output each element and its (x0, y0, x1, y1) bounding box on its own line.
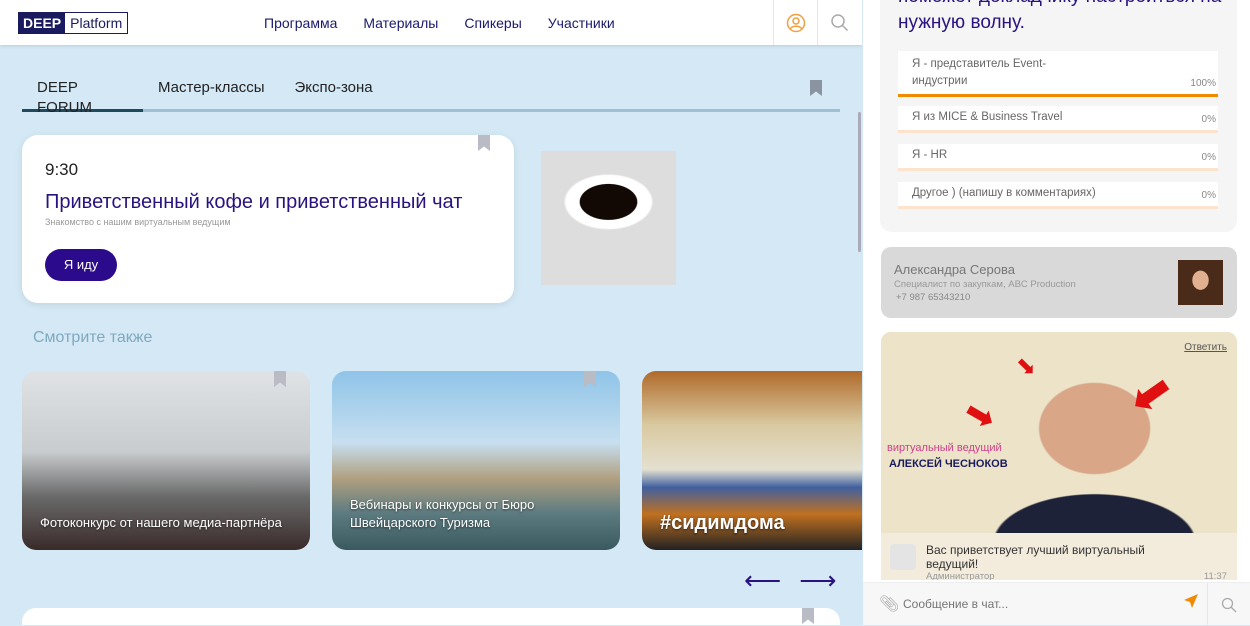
avatar (1178, 260, 1223, 305)
chat-search-icon[interactable] (1207, 583, 1250, 626)
reply-link[interactable]: Ответить (1184, 342, 1227, 353)
scrollbar[interactable] (858, 112, 861, 252)
event-card (22, 608, 840, 625)
card-swiss-tourism[interactable]: Вебинары и конкурсы от Бюро Швейцарского… (332, 371, 620, 550)
event-subtitle: Знакомство с нашим виртуальным ведущим (45, 217, 231, 227)
tab-master-classes[interactable]: Мастер-классы (143, 78, 280, 112)
attend-button[interactable]: Я иду (45, 249, 117, 281)
contact-card[interactable]: Александра Серова Специалист по закупкам… (881, 247, 1237, 318)
poll-option[interactable]: Другое ) (напишу в комментариях) 0% (898, 182, 1218, 209)
poll: поможет докладчику настроиться на нужную… (880, 0, 1237, 232)
nav-participants[interactable]: Участники (548, 15, 615, 31)
bookmark-icon[interactable] (802, 608, 814, 624)
tab-expo[interactable]: Экспо-зона (280, 78, 388, 112)
event-card: 9:30 Приветственный кофе и приветственны… (22, 135, 514, 303)
arrow-left-icon[interactable]: ⟵ (744, 565, 781, 596)
arrow-icon: ➡ (957, 389, 1004, 440)
bookmark-icon[interactable] (584, 371, 596, 387)
chat-composer: 📎︎ (863, 582, 1250, 626)
chat-input[interactable] (903, 591, 1163, 617)
card-photo-contest[interactable]: Фотоконкурс от нашего медиа-партнёра (22, 371, 310, 550)
card-stay-home[interactable]: #сидимдома (642, 371, 862, 550)
bookmark-icon[interactable] (274, 371, 286, 387)
search-icon[interactable] (817, 0, 861, 45)
chat-panel: поможет докладчику настроиться на нужную… (863, 0, 1250, 626)
main-nav: Программа Материалы Спикеры Участники (264, 15, 615, 31)
nav-speakers[interactable]: Спикеры (464, 15, 521, 31)
poll-title: поможет докладчику настроиться на нужную… (898, 0, 1221, 33)
arrow-right-icon[interactable]: ⟶ (799, 565, 836, 596)
chat-message: виртуальный ведущий АЛЕКСЕЙ ЧЕСНОКОВ ➡ ➡… (881, 332, 1237, 580)
main-panel: DEEP Platform Программа Материалы Спикеры… (0, 0, 862, 625)
poll-option[interactable]: Я - представитель Event-индустрии 100% (898, 51, 1218, 97)
event-time: 9:30 (45, 160, 79, 179)
nav-program[interactable]: Программа (264, 15, 337, 31)
event-title[interactable]: Приветственный кофе и приветственный чат (45, 191, 462, 214)
bookmark-icon[interactable] (478, 135, 490, 151)
see-also-title: Смотрите также (33, 329, 153, 346)
top-bar: DEEP Platform Программа Материалы Спикеры… (0, 0, 862, 45)
send-icon[interactable] (1183, 593, 1199, 614)
poll-option[interactable]: Я из MICE & Business Travel 0% (898, 106, 1218, 133)
tab-deep-forum[interactable]: DEEP FORUM (22, 78, 143, 116)
logo[interactable]: DEEP Platform (18, 12, 129, 34)
poll-option[interactable]: Я - HR 0% (898, 144, 1218, 171)
nav-materials[interactable]: Материалы (363, 15, 438, 31)
paperclip-icon[interactable]: 📎︎ (879, 594, 899, 614)
video-thumbnail[interactable]: виртуальный ведущий АЛЕКСЕЙ ЧЕСНОКОВ ➡ ➡… (881, 332, 1237, 533)
arrow-icon: ➡ (1118, 361, 1186, 431)
arrow-icon: ➡ (1009, 349, 1043, 384)
coffee-image (541, 151, 676, 285)
profile-icon[interactable] (773, 0, 817, 45)
user-icon (890, 544, 916, 570)
carousel-controls: ⟵ ⟶ (744, 565, 837, 596)
section-tabs: DEEP FORUM Мастер-классы Экспо-зона (22, 78, 840, 116)
